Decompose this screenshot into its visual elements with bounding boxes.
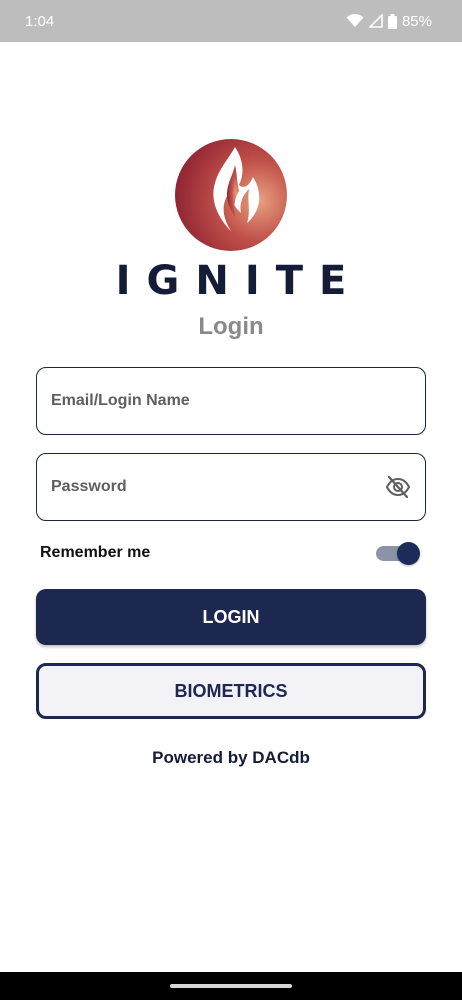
email-field[interactable] [51,392,411,410]
login-button[interactable]: LOGIN [36,589,426,645]
signal-icon [368,14,383,28]
flame-logo-icon [175,139,287,251]
status-bar: 1:04 85% [0,0,462,42]
remember-me-row: Remember me [40,538,420,568]
biometrics-button[interactable]: BIOMETRICS [36,663,426,719]
password-field-container [36,453,426,521]
remember-me-toggle[interactable] [376,541,420,565]
home-handle[interactable] [170,984,292,988]
brand-name: IGNITE [115,258,363,304]
toggle-thumb [397,542,420,565]
powered-by-text: Powered by DACdb [152,748,310,767]
battery-percent: 85% [401,12,432,30]
remember-me-label: Remember me [40,544,151,561]
eye-off-icon[interactable] [385,474,411,500]
status-time: 1:04 [25,12,55,30]
battery-icon [387,13,397,29]
page-title: Login [198,313,264,340]
navigation-bar [0,972,462,1000]
status-icons: 85% [346,13,432,30]
wifi-icon [346,14,364,27]
password-field[interactable] [51,478,377,496]
email-field-container [36,367,426,435]
